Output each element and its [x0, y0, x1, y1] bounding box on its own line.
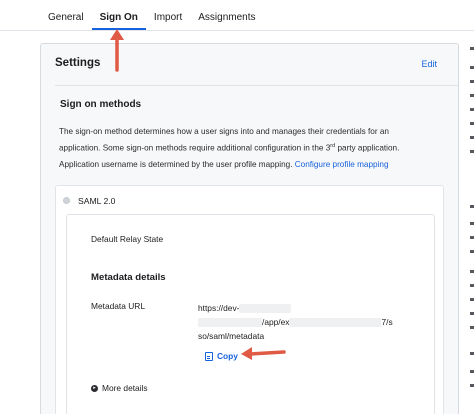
metadata-url-middle: /app/ex — [262, 317, 290, 327]
annotation-arrow-left — [241, 347, 286, 360]
username-mapping-text: Application username is determined by th… — [59, 160, 295, 169]
redacted-block — [239, 304, 292, 314]
metadata-details-title: Metadata details — [91, 272, 166, 283]
sign-on-methods-title: Sign on methods — [60, 99, 142, 110]
metadata-url-line-1: https://dev- — [198, 301, 393, 315]
more-details-toggle[interactable]: ▸ More details — [91, 383, 148, 393]
panel-divider — [55, 85, 458, 86]
description-text-2: party application. — [335, 143, 400, 153]
radio-icon[interactable] — [63, 197, 70, 204]
copy-button[interactable]: Copy — [205, 351, 238, 361]
metadata-url-end: 7/s — [381, 317, 393, 327]
metadata-url-line-3: so/saml/metadata — [198, 331, 265, 341]
metadata-url-prefix: https://dev- — [198, 303, 240, 313]
metadata-url-label: Metadata URL — [91, 301, 145, 311]
tab-assignments[interactable]: Assignments — [190, 0, 263, 30]
tab-import[interactable]: Import — [146, 0, 190, 30]
sign-on-methods-description: The sign-on method determines how a user… — [59, 125, 419, 156]
chevron-right-circle-icon: ▸ — [91, 384, 98, 392]
saml-label: SAML 2.0 — [78, 196, 116, 206]
tab-sign-on[interactable]: Sign On — [91, 0, 146, 30]
saml-details-box: Default Relay State Metadata details Met… — [66, 214, 435, 414]
panel-title: Settings — [55, 57, 101, 69]
edit-link[interactable]: Edit — [421, 59, 437, 69]
relay-state-label: Default Relay State — [91, 234, 164, 244]
redacted-block — [289, 318, 382, 328]
right-column-clipped — [470, 0, 474, 414]
copy-label: Copy — [217, 351, 238, 361]
saml-card: SAML 2.0 Default Relay State Metadata de… — [55, 185, 444, 414]
redacted-block — [198, 318, 262, 328]
tab-bar: General Sign On Import Assignments — [40, 0, 264, 30]
tab-bar-divider — [0, 30, 474, 31]
configure-profile-mapping-link[interactable]: Configure profile mapping — [295, 160, 389, 169]
metadata-url-value[interactable]: https://dev- /app/ex 7/s so/saml/metadata — [198, 301, 393, 343]
annotation-arrow-up — [110, 29, 124, 72]
metadata-url-line-2: /app/ex 7/s — [198, 315, 393, 329]
copy-icon — [205, 351, 213, 361]
more-details-label: More details — [102, 383, 148, 393]
username-mapping-line: Application username is determined by th… — [59, 160, 389, 169]
tab-general[interactable]: General — [40, 0, 92, 30]
